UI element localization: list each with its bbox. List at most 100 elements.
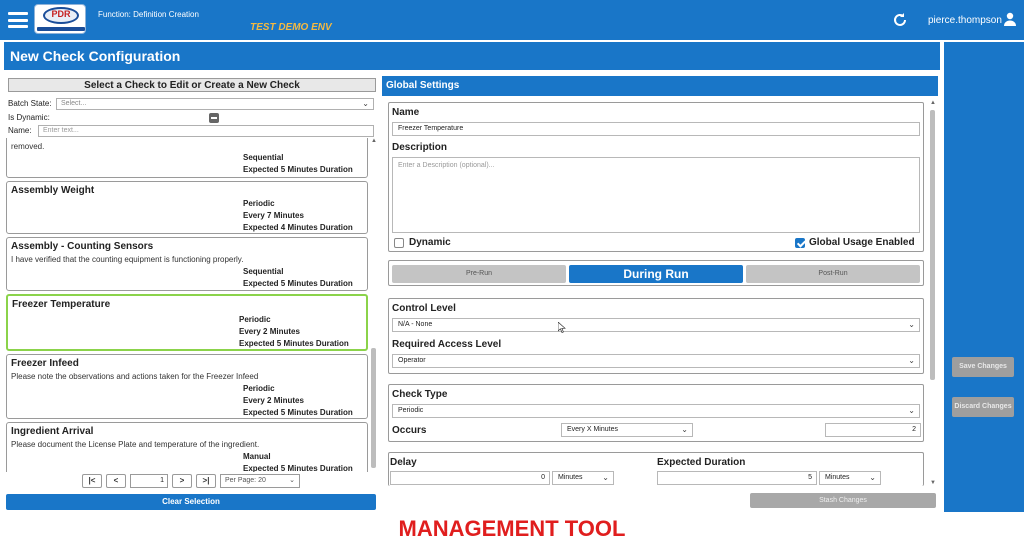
chevron-down-icon: ⌄ xyxy=(908,356,915,365)
check-card-title: Ingredient Arrival xyxy=(11,426,94,437)
company-logo: PDR xyxy=(34,4,86,34)
batch-state-select[interactable]: Select... ⌄ xyxy=(56,98,374,110)
timing-section: Delay 0 Minutes ⌄ Expected Duration 5 Min… xyxy=(388,452,924,486)
function-label: Function: Definition Creation xyxy=(98,10,199,19)
chevron-down-icon: ⌄ xyxy=(908,406,915,415)
chevron-down-icon: ⌄ xyxy=(289,477,295,484)
check-card-description: Please note the observations and actions… xyxy=(11,372,259,381)
phase-tabs: Pre-Run During Run Post-Run xyxy=(388,260,924,286)
check-card-description: removed. xyxy=(11,142,45,151)
global-settings-scrollbar[interactable]: ▲ ▼ xyxy=(929,100,936,486)
check-card-duration: Expected 5 Minutes Duration xyxy=(243,408,353,417)
access-level-label: Required Access Level xyxy=(392,339,502,350)
chevron-down-icon: ⌄ xyxy=(602,473,609,482)
mouse-cursor-icon xyxy=(558,322,566,333)
refresh-icon[interactable] xyxy=(892,12,908,28)
check-card[interactable]: Assembly Weight Periodic Every 7 Minutes… xyxy=(6,181,368,234)
check-card[interactable]: removed. Sequential Expected 5 Minutes D… xyxy=(6,138,368,178)
access-section: Control Level N/A - None ⌄ Required Acces… xyxy=(388,298,924,374)
check-card-duration: Expected 5 Minutes Duration xyxy=(243,279,353,288)
check-card-type: Manual xyxy=(243,452,271,461)
name-label: Name xyxy=(392,107,420,118)
tab-during-run[interactable]: During Run xyxy=(569,265,743,283)
top-app-bar: PDR Function: Definition Creation TEST D… xyxy=(0,0,1024,40)
access-level-select[interactable]: Operator ⌄ xyxy=(392,354,920,368)
check-list-header: Select a Check to Edit or Create a New C… xyxy=(8,78,376,92)
username[interactable]: pierce.thompson xyxy=(928,15,1002,26)
global-settings-header: Global Settings xyxy=(382,76,938,96)
page-number-input[interactable]: 1 xyxy=(130,474,168,488)
delay-label: Delay xyxy=(390,457,417,468)
check-card-title: Freezer Infeed xyxy=(11,358,79,369)
check-card[interactable]: Assembly - Counting Sensors I have verif… xyxy=(6,237,368,291)
last-page-button[interactable]: >| xyxy=(196,474,216,488)
check-card-duration: Expected 5 Minutes Duration xyxy=(243,464,353,472)
check-card-frequency: Every 7 Minutes xyxy=(243,211,304,220)
check-card-type: Periodic xyxy=(243,384,275,393)
check-card[interactable]: Ingredient Arrival Please document the L… xyxy=(6,422,368,472)
management-tool-caption: MANAGEMENT TOOL xyxy=(398,516,626,541)
tab-pre-run[interactable]: Pre-Run xyxy=(392,265,566,283)
clear-selection-button[interactable]: Clear Selection xyxy=(6,494,376,510)
check-card-description: Please document the License Plate and te… xyxy=(11,440,260,449)
description-textarea[interactable]: Enter a Description (optional)... xyxy=(392,157,920,233)
check-card-type: Periodic xyxy=(239,315,271,324)
check-card[interactable]: Freezer Infeed Please note the observati… xyxy=(6,354,368,419)
check-list-scrollbar[interactable]: ▲ xyxy=(371,138,377,472)
stash-changes-button[interactable]: Stash Changes xyxy=(750,493,936,508)
delay-input[interactable]: 0 xyxy=(390,471,550,485)
check-type-select[interactable]: Periodic ⌄ xyxy=(392,404,920,418)
check-card-type: Sequential xyxy=(243,153,284,162)
scroll-up-icon[interactable]: ▲ xyxy=(930,100,936,106)
name-filter-input[interactable]: Enter text... xyxy=(38,125,374,137)
control-level-select[interactable]: N/A - None ⌄ xyxy=(392,318,920,332)
check-card-frequency: Every 2 Minutes xyxy=(239,327,300,336)
check-type-section: Check Type Periodic ⌄ Occurs Every X Minu… xyxy=(388,384,924,442)
chevron-down-icon: ⌄ xyxy=(362,99,369,108)
global-settings-body: Name Freezer Temperature Description Ent… xyxy=(382,98,928,486)
check-type-label: Check Type xyxy=(392,389,448,400)
is-dynamic-label: Is Dynamic: xyxy=(8,113,50,122)
check-card-title: Assembly Weight xyxy=(11,185,95,196)
page-title: New Check Configuration xyxy=(10,48,181,64)
scroll-down-icon[interactable]: ▼ xyxy=(930,480,936,486)
name-description-section: Name Freezer Temperature Description Ent… xyxy=(388,102,924,252)
delay-unit-select[interactable]: Minutes ⌄ xyxy=(552,471,614,485)
scroll-up-icon[interactable]: ▲ xyxy=(371,138,377,144)
check-card-frequency: Every 2 Minutes xyxy=(243,396,304,405)
check-card-description: I have verified that the counting equipm… xyxy=(11,255,244,264)
expected-duration-unit-select[interactable]: Minutes ⌄ xyxy=(819,471,881,485)
per-page-select[interactable]: Per Page: 20 ⌄ xyxy=(220,474,300,488)
check-card-type: Periodic xyxy=(243,199,275,208)
name-input[interactable]: Freezer Temperature xyxy=(392,122,920,136)
action-column: Save Changes Discard Changes xyxy=(944,42,1024,512)
occurs-select[interactable]: Every X Minutes ⌄ xyxy=(561,423,693,437)
first-page-button[interactable]: |< xyxy=(82,474,102,488)
prev-page-button[interactable]: < xyxy=(106,474,126,488)
occurs-number-input[interactable]: 2 xyxy=(825,423,921,437)
discard-changes-button[interactable]: Discard Changes xyxy=(952,397,1014,417)
tab-post-run[interactable]: Post-Run xyxy=(746,265,920,283)
page-title-bar: New Check Configuration xyxy=(4,42,940,70)
user-icon[interactable] xyxy=(1003,12,1017,26)
control-level-label: Control Level xyxy=(392,303,456,314)
check-card-title: Assembly - Counting Sensors xyxy=(11,241,154,252)
global-settings-panel: Global Settings Name Freezer Temperature… xyxy=(382,76,938,510)
next-page-button[interactable]: > xyxy=(172,474,192,488)
menu-icon[interactable] xyxy=(8,12,28,28)
global-usage-checkbox[interactable] xyxy=(795,238,805,248)
expected-duration-label: Expected Duration xyxy=(657,457,746,468)
check-card-type: Sequential xyxy=(243,267,284,276)
check-card-title: Freezer Temperature xyxy=(12,299,111,310)
check-card-selected[interactable]: Freezer Temperature Periodic Every 2 Min… xyxy=(6,294,368,351)
expected-duration-input[interactable]: 5 xyxy=(657,471,817,485)
chevron-down-icon: ⌄ xyxy=(908,320,915,329)
is-dynamic-toggle[interactable] xyxy=(209,113,219,123)
batch-state-label: Batch State: xyxy=(8,99,52,108)
name-filter-label: Name: xyxy=(8,126,32,135)
dynamic-checkbox[interactable] xyxy=(394,238,404,248)
chevron-down-icon: ⌄ xyxy=(869,473,876,482)
occurs-label: Occurs xyxy=(392,425,427,436)
dynamic-label: Dynamic xyxy=(409,237,451,248)
save-changes-button[interactable]: Save Changes xyxy=(952,357,1014,377)
